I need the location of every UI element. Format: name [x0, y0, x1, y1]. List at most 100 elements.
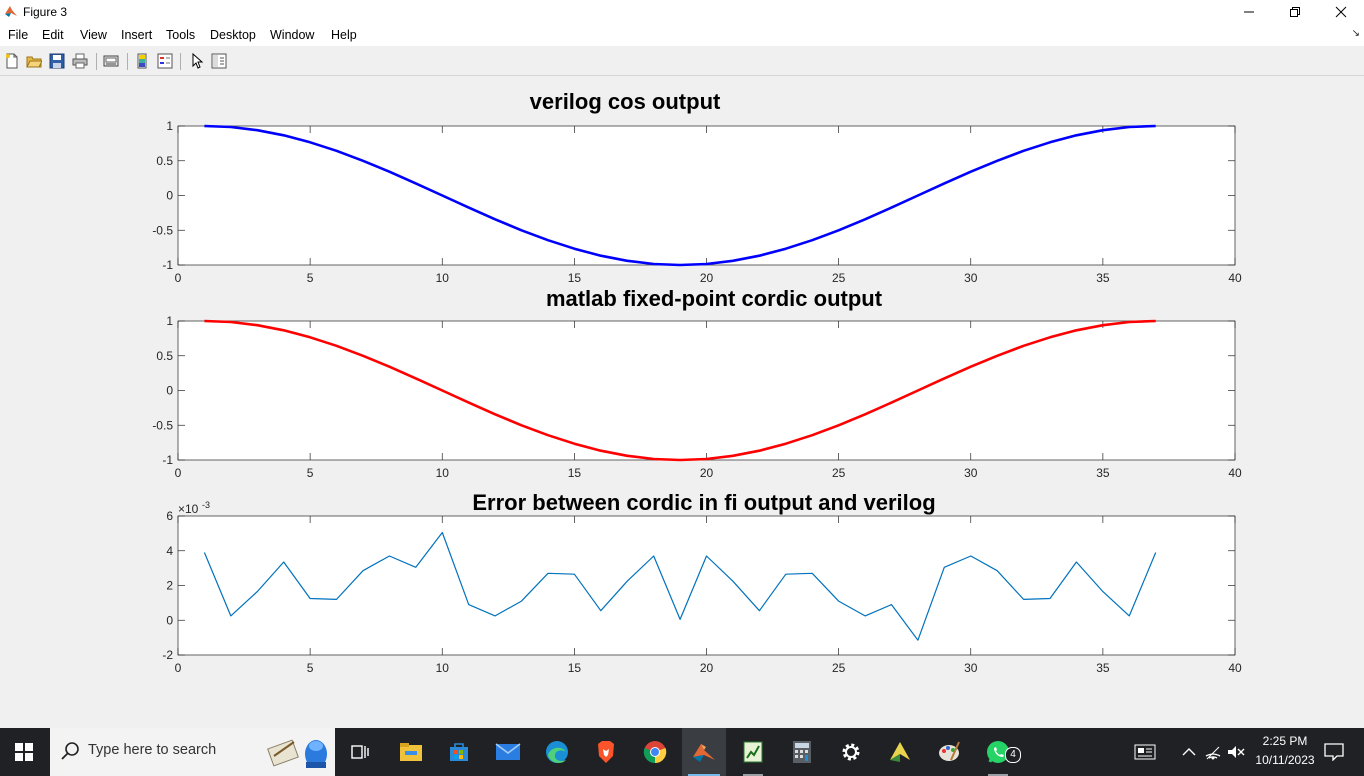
volume-muted-icon — [1228, 746, 1245, 758]
y-tick-label: 0.5 — [156, 349, 173, 363]
taskbar-mail[interactable] — [486, 728, 530, 776]
toolbar-separator — [127, 53, 128, 70]
menu-help[interactable]: Help — [331, 28, 357, 42]
taskbar-calculator[interactable] — [780, 728, 824, 776]
edit-plot-button[interactable] — [188, 52, 206, 70]
x-tick-label: 40 — [1228, 466, 1242, 480]
menu-desktop[interactable]: Desktop — [210, 28, 256, 42]
x-tick-label: 5 — [307, 271, 314, 285]
settings-icon — [842, 743, 860, 761]
new-figure-button[interactable] — [3, 52, 21, 70]
search-icon — [61, 742, 79, 760]
notification-icon — [1324, 743, 1344, 761]
taskbar-settings[interactable] — [829, 728, 873, 776]
search-highlight-art-icon — [267, 739, 327, 768]
taskbar-notepad-chart[interactable] — [731, 728, 775, 776]
windows-logo-icon — [15, 743, 33, 761]
mail-icon — [495, 743, 521, 760]
taskbar-paint[interactable] — [927, 728, 971, 776]
microsoft-store-icon — [450, 743, 468, 761]
y-tick-label: 0 — [166, 189, 173, 203]
edit-plot-icon — [192, 53, 204, 69]
restore-button[interactable] — [1272, 0, 1318, 24]
x-tick-label: 30 — [964, 661, 978, 675]
tray-network-button[interactable] — [1202, 728, 1224, 776]
menu-tools[interactable]: Tools — [166, 28, 195, 42]
x-tick-label: 15 — [568, 271, 582, 285]
print-button[interactable] — [71, 52, 89, 70]
restore-icon — [1290, 7, 1300, 17]
close-button[interactable] — [1318, 0, 1364, 24]
axes-2-title: matlab fixed-point cordic output — [546, 286, 883, 311]
menu-edit[interactable]: Edit — [42, 28, 64, 42]
tray-volume-button[interactable] — [1225, 728, 1247, 776]
tray-overflow-button[interactable] — [1178, 728, 1200, 776]
toolbar-separator — [180, 53, 181, 70]
x-tick-label: 15 — [568, 661, 582, 675]
start-button[interactable] — [0, 728, 48, 776]
x-tick-label: 10 — [436, 661, 450, 675]
subplot-figure[interactable]: verilog cos output0 5 10 15 20 25 30 35 4010.50-… — [0, 76, 1364, 728]
axes-3-plot-area — [177, 515, 1236, 656]
x-tick-label: 35 — [1096, 661, 1110, 675]
minimize-icon — [1244, 11, 1254, 13]
y-tick-label: -0.5 — [152, 418, 173, 432]
link-plot-button[interactable] — [102, 52, 120, 70]
x-tick-label: 5 — [307, 661, 314, 675]
menu-view[interactable]: View — [80, 28, 107, 42]
tray-news-widget[interactable] — [1128, 728, 1162, 776]
menu-bar: File Edit View Insert Tools Desktop Wind… — [0, 24, 1364, 46]
calculator-icon — [793, 741, 811, 763]
taskbar-brave[interactable] — [584, 728, 628, 776]
menu-insert[interactable]: Insert — [121, 28, 152, 42]
open-file-button[interactable] — [25, 52, 43, 70]
x-tick-label: 5 — [307, 466, 314, 480]
taskbar-matlab[interactable] — [682, 728, 726, 776]
minimize-button[interactable] — [1226, 0, 1272, 24]
x-tick-label: 35 — [1096, 271, 1110, 285]
taskbar-edge[interactable] — [535, 728, 579, 776]
menu-expand-arrow-icon[interactable]: ↘ — [1352, 28, 1360, 39]
tray-notifications-button[interactable] — [1320, 728, 1348, 776]
taskbar-file-explorer[interactable] — [389, 728, 433, 776]
toolbar-separator — [96, 53, 97, 70]
y-tick-label: 1 — [166, 314, 173, 328]
whatsapp-badge: 4 — [1005, 747, 1021, 763]
x-tick-label: 30 — [964, 271, 978, 285]
file-explorer-icon — [400, 743, 422, 761]
figure-canvas: verilog cos output 0 5 10 15 20 25 30 35 40 1 0.5 0-… — [0, 76, 1364, 728]
axes-3-title: Error between cordic in fi output and ve… — [472, 490, 935, 515]
y-tick-label: -2 — [162, 648, 173, 662]
property-inspector-button[interactable] — [210, 52, 228, 70]
colorbar-button[interactable] — [133, 52, 151, 70]
taskbar-clock[interactable]: 2:25 PM 10/11/2023 — [1249, 732, 1321, 770]
taskbar-task-view[interactable] — [338, 728, 382, 776]
x-tick-label: 40 — [1228, 271, 1242, 285]
y-tick-label: 0 — [166, 384, 173, 398]
save-button[interactable] — [48, 52, 66, 70]
y-exponent-label: ×10 — [178, 502, 199, 516]
window-title: Figure 3 — [23, 5, 68, 19]
y-tick-label: -1 — [162, 258, 173, 272]
legend-button[interactable] — [156, 52, 174, 70]
x-tick-label: 10 — [436, 466, 450, 480]
clock-time: 2:25 PM — [1262, 734, 1308, 748]
open-file-icon — [26, 56, 42, 68]
task-view-icon — [351, 745, 369, 759]
paint-icon — [939, 741, 960, 761]
print-icon — [72, 53, 88, 69]
axes-1-title: verilog cos output — [530, 89, 721, 114]
taskbar-vivado[interactable] — [878, 728, 922, 776]
clock-date: 10/11/2023 — [1255, 753, 1315, 767]
brave-icon — [598, 741, 614, 763]
taskbar-microsoft-store[interactable] — [437, 728, 481, 776]
menu-file[interactable]: File — [8, 28, 28, 42]
axes-2-plot-area — [177, 320, 1236, 461]
x-tick-label: 25 — [832, 466, 846, 480]
menu-window[interactable]: Window — [270, 28, 314, 42]
figure-toolbar — [0, 47, 1364, 76]
y-tick-label: 2 — [166, 579, 173, 593]
taskbar-chrome[interactable] — [633, 728, 677, 776]
vivado-icon — [890, 742, 910, 762]
x-tick-label: 20 — [700, 661, 714, 675]
